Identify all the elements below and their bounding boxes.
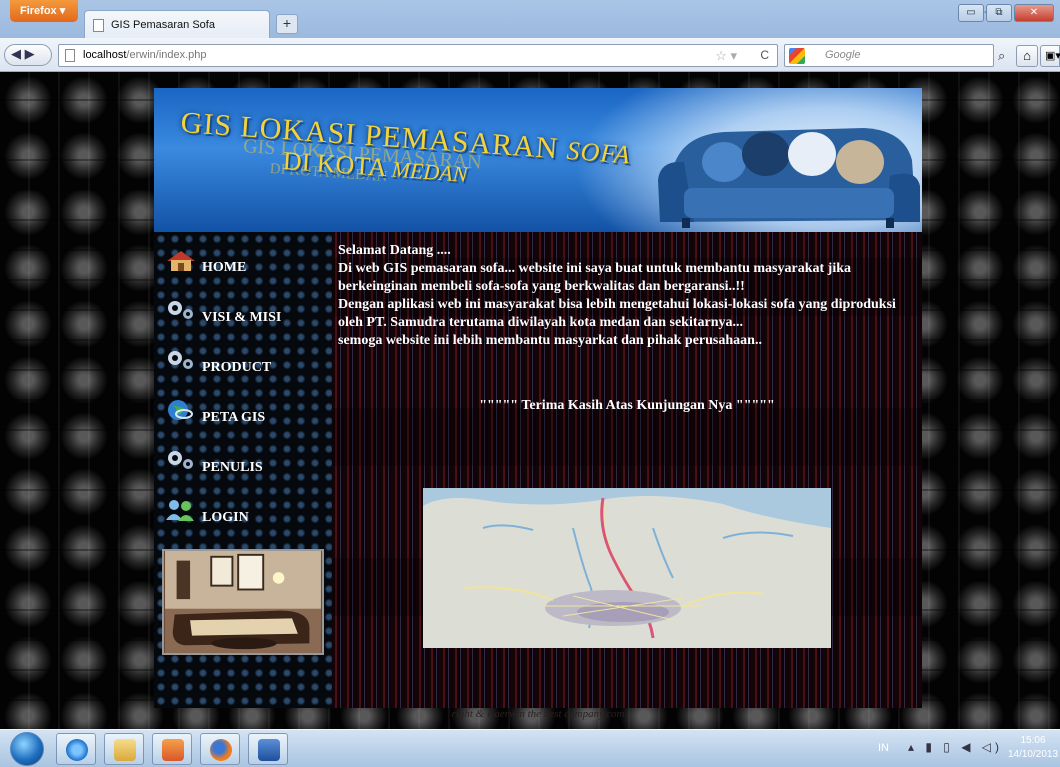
media-player-icon <box>162 739 184 761</box>
bookmarks-button[interactable]: ▣▾ <box>1040 45 1060 67</box>
thank-you-text: """"" Terima Kasih Atas Kunjungan Nya ""… <box>479 398 775 413</box>
search-go-icon[interactable]: ⌕ <box>998 48 1005 64</box>
sidebar-item-penulis[interactable]: PENULIS <box>164 448 324 484</box>
search-input[interactable]: Google <box>784 44 994 67</box>
sidebar-nav: HOME VISI & MISI PRODUCT PETA GIS PENULI… <box>154 232 332 708</box>
sidebar-item-login[interactable]: LOGIN <box>164 498 324 534</box>
welcome-line: Dengan aplikasi web ini masyarakat bisa … <box>338 297 896 312</box>
url-host: localhost <box>83 49 127 61</box>
window-controls: ▭ ⧉ ✕ <box>958 4 1054 22</box>
house-icon <box>167 251 195 271</box>
windows-taskbar: IN ▴ ▮ ▯ ◀ ◁) 15:06 14/10/2013 <box>0 729 1060 767</box>
start-button[interactable] <box>10 732 44 766</box>
system-clock[interactable]: 15:06 14/10/2013 <box>1006 734 1060 762</box>
welcome-text: Selamat Datang .... Di web GIS pemasaran… <box>338 242 918 350</box>
sidebar-item-home[interactable]: HOME <box>164 248 324 284</box>
maximize-button[interactable]: ⧉ <box>986 4 1012 22</box>
main-content: Selamat Datang .... Di web GIS pemasaran… <box>332 232 922 708</box>
firefox-icon <box>210 739 232 761</box>
gears-icon <box>168 351 193 369</box>
globe-icon <box>168 400 193 420</box>
new-tab-button[interactable]: + <box>276 14 298 34</box>
back-forward-button[interactable]: ◀ ▶ <box>4 44 52 66</box>
google-icon[interactable] <box>789 48 805 64</box>
taskbar-explorer-button[interactable] <box>104 733 144 765</box>
sidebar-item-label: VISI & MISI <box>202 310 282 325</box>
address-bar[interactable]: localhost/erwin/index.php ☆ ▾ C <box>58 44 778 67</box>
city-map-image <box>423 488 831 648</box>
sidebar-item-label: PENULIS <box>202 460 263 475</box>
welcome-line: Di web GIS pemasaran sofa... website ini… <box>338 261 852 276</box>
word-icon <box>258 739 280 761</box>
welcome-greeting: Selamat Datang .... <box>338 243 451 258</box>
browser-titlebar: Firefox ▾ GIS Pemasaran Sofa + - ▭ ⧉ ✕ <box>0 0 1060 38</box>
home-button[interactable]: ⌂ <box>1016 45 1038 67</box>
site-banner: GIS LOKASI PEMASARAN DI KOTA MEDAN GIS L… <box>154 88 922 232</box>
navigation-toolbar: ◀ ▶ localhost/erwin/index.php ☆ ▾ C Goog… <box>0 38 1060 72</box>
sidebar-item-label: LOGIN <box>202 510 249 525</box>
clock-time: 15:06 <box>1020 735 1046 746</box>
gears-icon <box>168 301 193 319</box>
taskbar-word-button[interactable] <box>248 733 288 765</box>
bookmark-star-icon[interactable]: ☆ ▾ <box>715 48 737 64</box>
clock-date: 14/10/2013 <box>1007 749 1059 760</box>
url-path: /erwin/index.php <box>126 49 207 61</box>
taskbar-firefox-button[interactable] <box>200 733 240 765</box>
browser-tab[interactable]: GIS Pemasaran Sofa <box>84 10 270 38</box>
taskbar-ie-button[interactable] <box>56 733 96 765</box>
system-tray-icons[interactable]: ▴ ▮ ▯ ◀ ◁) <box>908 740 1003 754</box>
sofa-illustration <box>658 128 920 228</box>
sidebar-item-label: PRODUCT <box>202 360 272 375</box>
welcome-line: oleh PT. Samudra terutama diwilayah kota… <box>338 315 743 330</box>
language-indicator[interactable]: IN <box>878 742 889 754</box>
footer-copyright: right & Kaerwin the best company.com <box>451 708 625 720</box>
search-placeholder: Google <box>825 49 861 61</box>
site-wrapper: GIS LOKASI PEMASARAN DI KOTA MEDAN GIS L… <box>154 88 922 728</box>
tab-title: GIS Pemasaran Sofa <box>111 19 215 31</box>
page-icon <box>93 19 104 32</box>
sidebar-item-peta-gis[interactable]: PETA GIS <box>164 398 324 434</box>
reload-icon[interactable]: C <box>760 48 769 62</box>
gears-icon <box>168 451 193 469</box>
folder-icon <box>114 739 136 761</box>
users-icon <box>166 500 194 521</box>
sidebar-item-label: PETA GIS <box>202 410 266 425</box>
sidebar-item-visi-misi[interactable]: VISI & MISI <box>164 298 324 334</box>
minimize-button[interactable]: ▭ <box>958 4 984 22</box>
internet-explorer-icon <box>66 739 88 761</box>
welcome-line: semoga website ini lebih membantu masyar… <box>338 333 762 348</box>
sidebar-item-product[interactable]: PRODUCT <box>164 348 324 384</box>
sidebar-item-label: HOME <box>202 260 247 275</box>
welcome-line: berkeinginan membeli sofa-sofa yang berk… <box>338 279 745 294</box>
living-room-photo <box>162 549 324 655</box>
taskbar-media-button[interactable] <box>152 733 192 765</box>
firefox-menu-button[interactable]: Firefox ▾ <box>10 0 78 22</box>
close-button[interactable]: ✕ <box>1014 4 1054 22</box>
page-icon <box>65 49 75 62</box>
page-viewport: GIS LOKASI PEMASARAN DI KOTA MEDAN GIS L… <box>0 72 1060 729</box>
